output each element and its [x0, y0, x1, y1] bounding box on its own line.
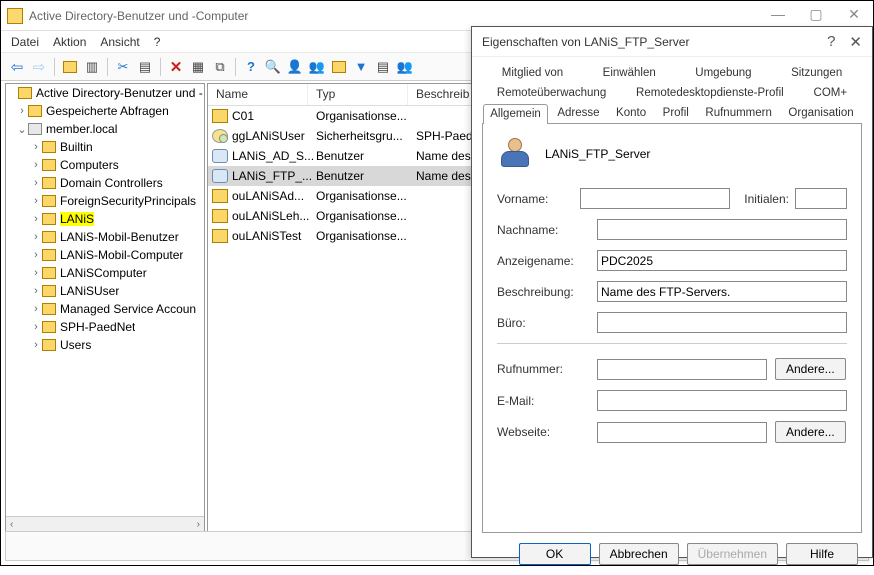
- tab-umgebung[interactable]: Umgebung: [688, 63, 758, 83]
- ou-icon: [212, 209, 228, 223]
- maximize-button[interactable]: ▢: [797, 1, 835, 27]
- input-rufnummer[interactable]: [597, 359, 767, 380]
- tab-mitglied-von[interactable]: Mitglied von: [495, 63, 570, 83]
- label-beschreibung: Beschreibung:: [497, 285, 597, 299]
- find-button[interactable]: 🔍: [263, 57, 283, 77]
- delete-button[interactable]: ✕: [166, 57, 186, 77]
- tab-konto[interactable]: Konto: [609, 103, 653, 123]
- input-buero[interactable]: [597, 312, 847, 333]
- properties-button[interactable]: ▦: [188, 57, 208, 77]
- new-ou-button[interactable]: [329, 57, 349, 77]
- label-nachname: Nachname:: [497, 223, 597, 237]
- menu-help[interactable]: ?: [154, 35, 161, 49]
- close-button[interactable]: ✕: [835, 1, 873, 27]
- tab-remotedesktopdienste-profil[interactable]: Remotedesktopdienste-Profil: [629, 83, 791, 103]
- tree-item[interactable]: ›SPH-PaedNet: [6, 318, 204, 336]
- tab-adresse[interactable]: Adresse: [550, 103, 606, 123]
- button-rufnummer-andere[interactable]: Andere...: [775, 358, 846, 380]
- tree-h-scrollbar[interactable]: ‹›: [6, 516, 204, 532]
- new-user-button[interactable]: 👤: [285, 57, 305, 77]
- tab-com-[interactable]: COM+: [807, 83, 855, 103]
- app-icon: [7, 8, 23, 24]
- tree-root[interactable]: Active Directory-Benutzer und -: [6, 84, 204, 102]
- menu-ansicht[interactable]: Ansicht: [100, 35, 139, 49]
- tree-saved-queries[interactable]: ›Gespeicherte Abfragen: [6, 102, 204, 120]
- label-buero: Büro:: [497, 316, 597, 330]
- ou-icon: [212, 189, 228, 203]
- properties-dialog: Eigenschaften von LANiS_FTP_Server ? ✕ M…: [471, 26, 873, 558]
- hilfe-button[interactable]: Hilfe: [786, 543, 858, 565]
- dialog-title: Eigenschaften von LANiS_FTP_Server: [482, 35, 689, 49]
- col-name[interactable]: Name: [208, 84, 308, 105]
- tree-item[interactable]: ›Users: [6, 336, 204, 354]
- new-group-button[interactable]: 👥: [307, 57, 327, 77]
- tree-item[interactable]: ›LANiS-Mobil-Computer: [6, 246, 204, 264]
- grp-icon: [212, 129, 228, 143]
- object-name: LANiS_FTP_Server: [545, 147, 650, 161]
- input-anzeigename[interactable]: [597, 250, 847, 271]
- usr-icon: [212, 169, 228, 183]
- refresh-button[interactable]: ⧉: [210, 57, 230, 77]
- ok-button[interactable]: OK: [519, 543, 591, 565]
- tree-item[interactable]: ›Builtin: [6, 138, 204, 156]
- dialog-help-button[interactable]: ?: [827, 33, 835, 50]
- show-pane-button[interactable]: ▥: [82, 57, 102, 77]
- add-to-group-button[interactable]: 👥: [395, 57, 415, 77]
- label-initialen: Initialen:: [744, 192, 789, 206]
- cut-button[interactable]: ✂: [113, 57, 133, 77]
- tab-panel-allgemein: LANiS_FTP_Server Vorname: Initialen: Nac…: [482, 123, 862, 533]
- col-typ[interactable]: Typ: [308, 84, 408, 105]
- label-vorname: Vorname:: [497, 192, 580, 206]
- tree-item[interactable]: ›LANiS: [6, 210, 204, 228]
- menu-aktion[interactable]: Aktion: [53, 35, 86, 49]
- copy-button[interactable]: ▤: [135, 57, 155, 77]
- usr-icon: [212, 149, 228, 163]
- user-icon: [497, 136, 533, 172]
- label-email: E-Mail:: [497, 394, 597, 408]
- tab-einw-hlen[interactable]: Einwählen: [596, 63, 663, 83]
- tree-item[interactable]: ›Computers: [6, 156, 204, 174]
- tab-remote-berwachung[interactable]: Remoteüberwachung: [490, 83, 613, 103]
- label-webseite: Webseite:: [497, 425, 597, 439]
- help-button[interactable]: ?: [241, 57, 261, 77]
- tab-sitzungen[interactable]: Sitzungen: [784, 63, 849, 83]
- tab-organisation[interactable]: Organisation: [781, 103, 860, 123]
- uebernehmen-button[interactable]: Übernehmen: [687, 543, 778, 565]
- input-email[interactable]: [597, 390, 847, 411]
- tree-domain[interactable]: ⌄member.local: [6, 120, 204, 138]
- tree-item[interactable]: ›LANiSComputer: [6, 264, 204, 282]
- button-webseite-andere[interactable]: Andere...: [775, 421, 846, 443]
- filter-button[interactable]: ▼: [351, 57, 371, 77]
- input-beschreibung[interactable]: [597, 281, 847, 302]
- ou-icon: [212, 229, 228, 243]
- back-button[interactable]: ⇦: [7, 57, 27, 77]
- input-vorname[interactable]: [580, 188, 730, 209]
- tab-rufnummern[interactable]: Rufnummern: [698, 103, 778, 123]
- label-rufnummer: Rufnummer:: [497, 362, 597, 376]
- up-button[interactable]: [60, 57, 80, 77]
- tree-item[interactable]: ›Domain Controllers: [6, 174, 204, 192]
- abbrechen-button[interactable]: Abbrechen: [599, 543, 679, 565]
- tree-item[interactable]: ›Managed Service Accoun: [6, 300, 204, 318]
- tab-allgemein[interactable]: Allgemein: [483, 104, 548, 124]
- input-nachname[interactable]: [597, 219, 847, 240]
- tree-item[interactable]: ›ForeignSecurityPrincipals: [6, 192, 204, 210]
- dialog-close-button[interactable]: ✕: [849, 33, 862, 51]
- ou-icon: [212, 109, 228, 123]
- input-initialen[interactable]: [795, 188, 847, 209]
- label-anzeigename: Anzeigename:: [497, 254, 597, 268]
- input-webseite[interactable]: [597, 422, 767, 443]
- tab-profil[interactable]: Profil: [656, 103, 696, 123]
- query-button[interactable]: ▤: [373, 57, 393, 77]
- tree-item[interactable]: ›LANiS-Mobil-Benutzer: [6, 228, 204, 246]
- menu-datei[interactable]: Datei: [11, 35, 39, 49]
- tree-item[interactable]: ›LANiSUser: [6, 282, 204, 300]
- minimize-button[interactable]: —: [759, 1, 797, 27]
- main-title: Active Directory-Benutzer und -Computer: [29, 9, 248, 23]
- forward-button[interactable]: ⇨: [29, 57, 49, 77]
- tree-pane[interactable]: Active Directory-Benutzer und - ›Gespeic…: [5, 83, 205, 533]
